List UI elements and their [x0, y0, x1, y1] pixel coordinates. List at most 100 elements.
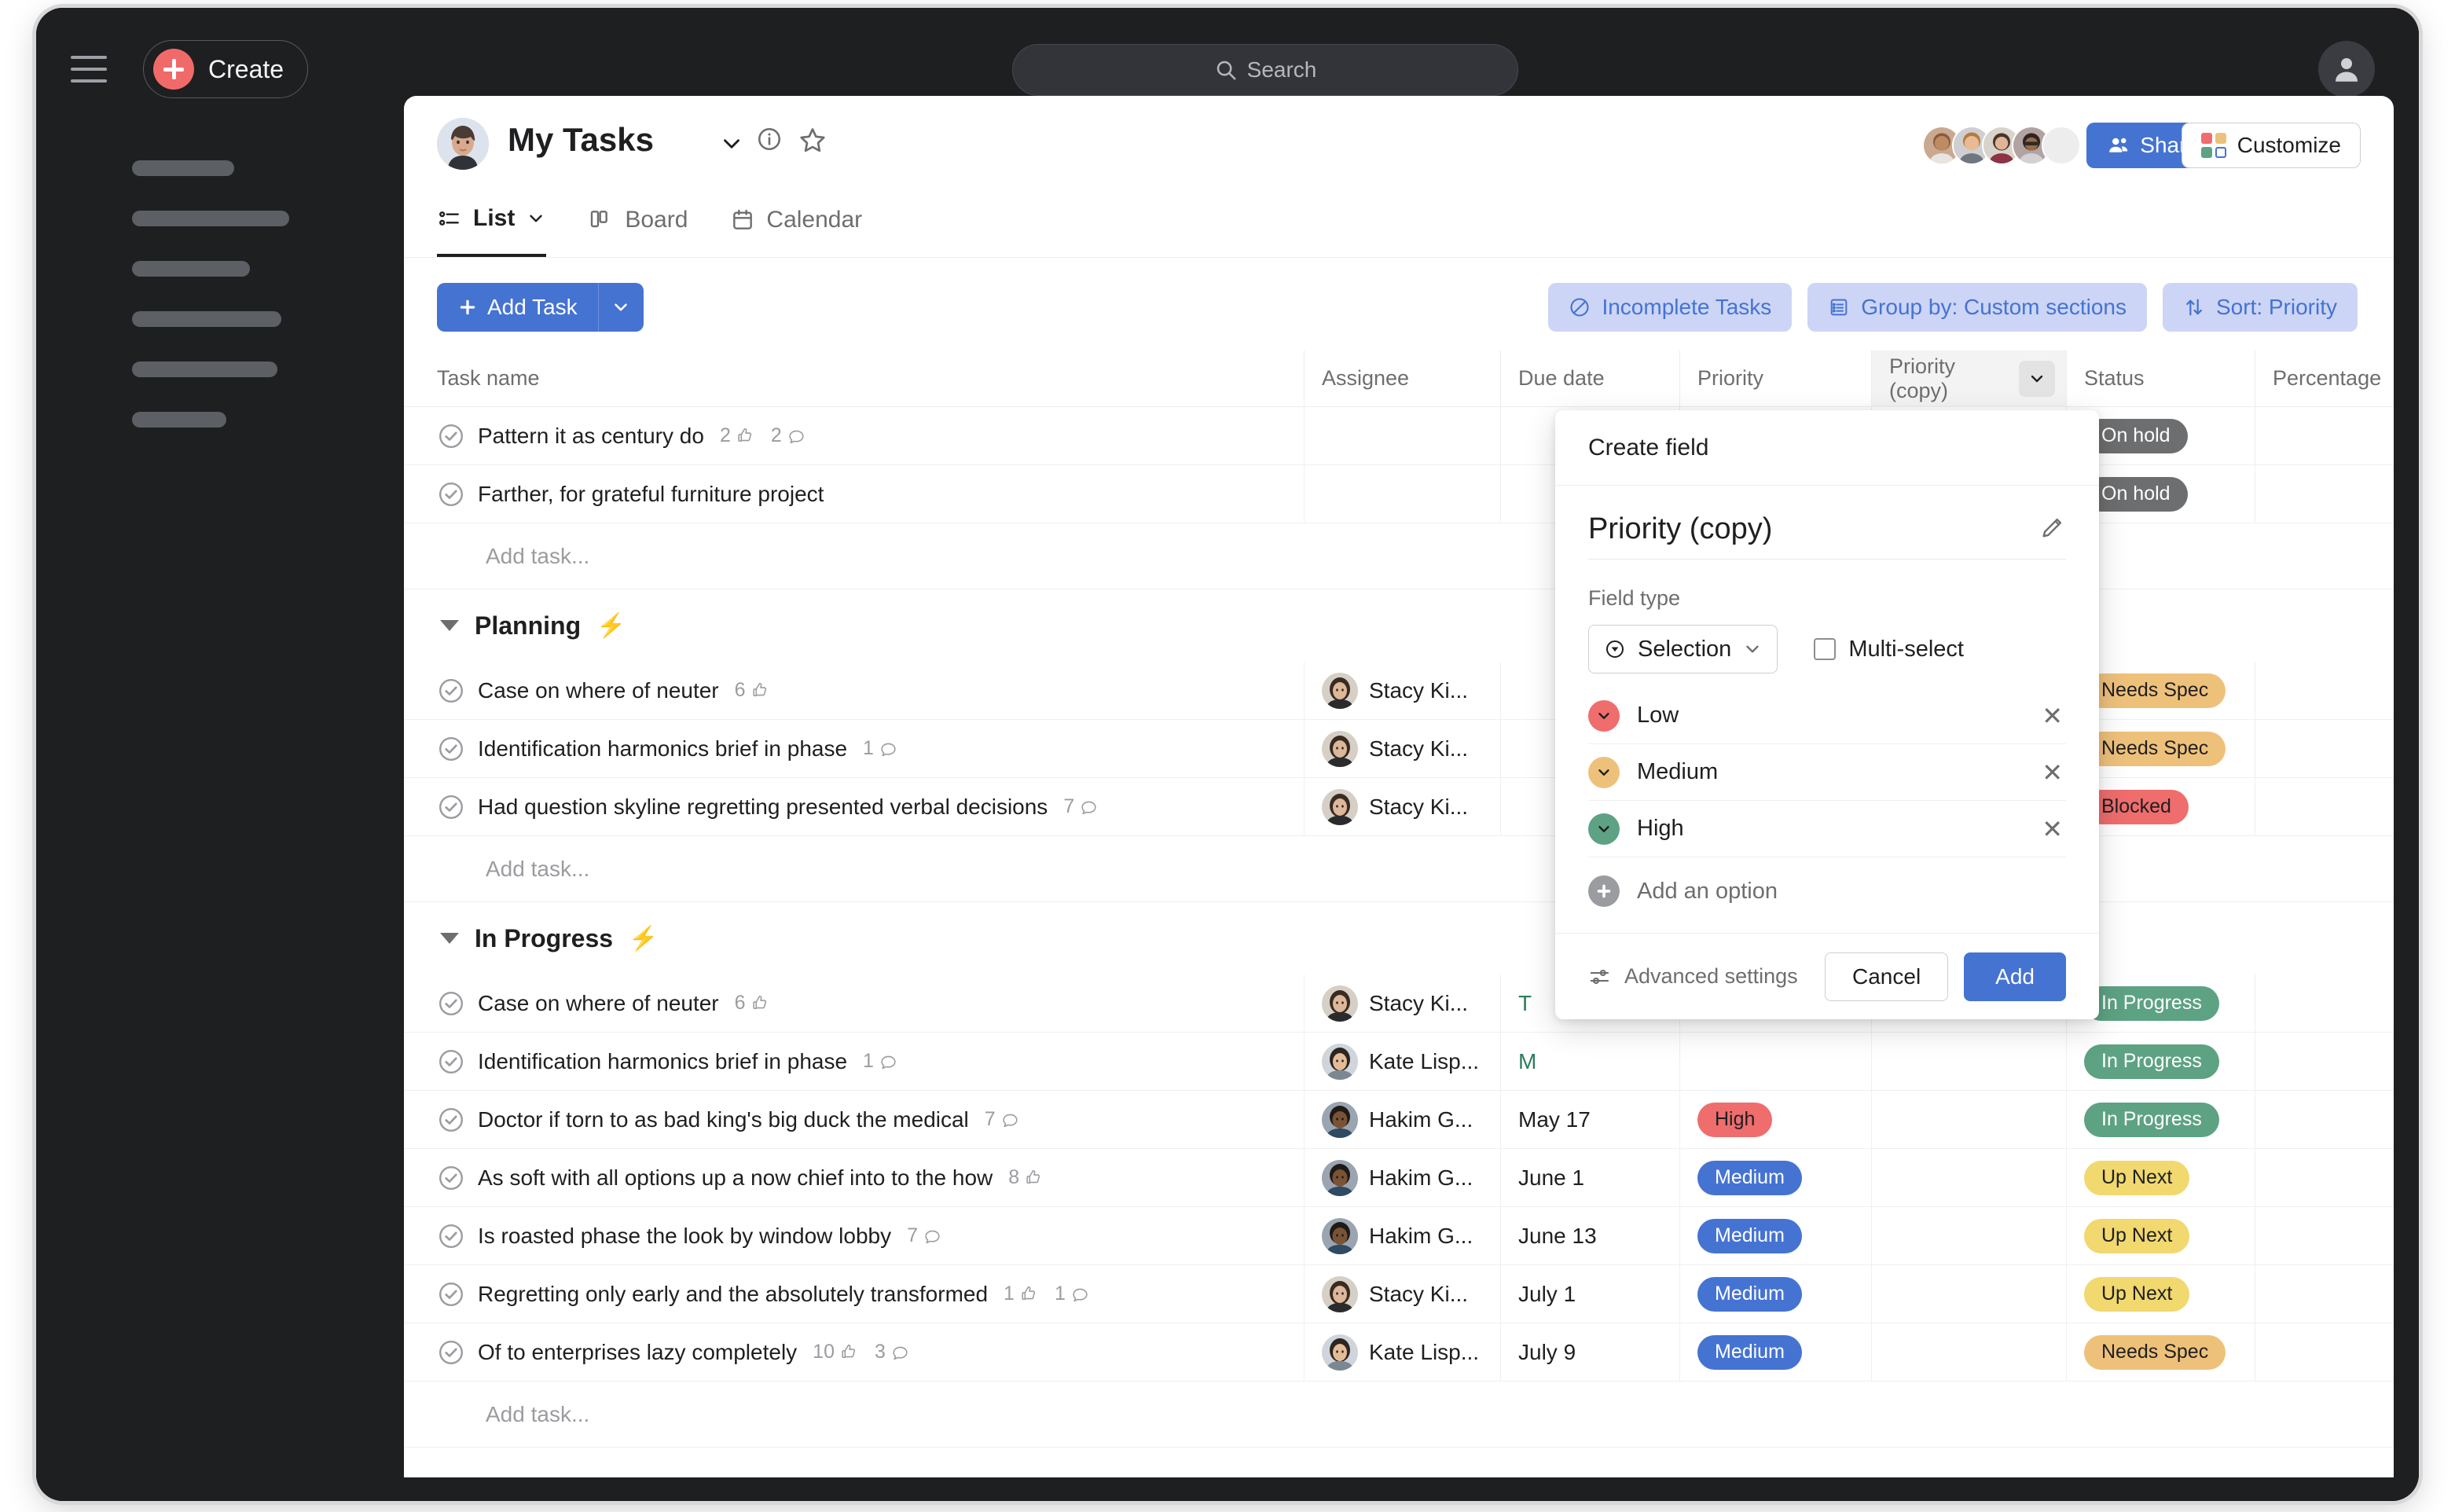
option-label[interactable]: Low [1637, 703, 2024, 728]
task-complete-check-icon[interactable] [437, 989, 465, 1018]
cell-task-name[interactable]: Of to enterprises lazy completely 10 3 [404, 1323, 1305, 1381]
table-row[interactable]: As soft with all options up a now chief … [404, 1149, 2394, 1207]
cell-priority[interactable]: Medium [1680, 1149, 1872, 1206]
table-row[interactable]: Identification harmonics brief in phase 1… [404, 1033, 2394, 1091]
cell-status[interactable]: Up Next [2067, 1149, 2255, 1206]
cell-priority[interactable] [1680, 1033, 1872, 1090]
task-complete-check-icon[interactable] [437, 1338, 465, 1367]
cell-task-name[interactable]: Identification harmonics brief in phase 1 [404, 720, 1305, 777]
status-badge[interactable]: On hold [2084, 418, 2188, 453]
cell-percentage[interactable] [2255, 465, 2394, 523]
cell-percentage[interactable] [2255, 662, 2394, 719]
cell-assignee[interactable] [1305, 407, 1501, 464]
cell-priority-copy[interactable] [1872, 1091, 2067, 1148]
task-complete-check-icon[interactable] [437, 735, 465, 763]
cell-task-name[interactable]: Is roasted phase the look by window lobb… [404, 1207, 1305, 1264]
cell-priority-copy[interactable] [1872, 1033, 2067, 1090]
status-badge[interactable]: Needs Spec [2084, 731, 2226, 766]
cell-status[interactable]: Up Next [2067, 1207, 2255, 1264]
option-color-swatch[interactable] [1588, 699, 1620, 732]
task-complete-check-icon[interactable] [437, 480, 465, 508]
remove-option-close-icon[interactable]: ✕ [2042, 814, 2066, 844]
cell-task-name[interactable]: Had question skyline regretting presente… [404, 778, 1305, 835]
cell-task-name[interactable]: Farther, for grateful furniture project [404, 465, 1305, 523]
cell-percentage[interactable] [2255, 720, 2394, 777]
priority-badge[interactable]: High [1697, 1102, 1773, 1137]
cell-due-date[interactable]: July 1 [1501, 1265, 1680, 1323]
remove-option-close-icon[interactable]: ✕ [2042, 758, 2066, 787]
cell-priority[interactable]: Medium [1680, 1323, 1872, 1381]
cell-percentage[interactable] [2255, 1265, 2394, 1323]
cell-percentage[interactable] [2255, 1207, 2394, 1264]
cell-due-date[interactable]: July 9 [1501, 1323, 1680, 1381]
priority-badge[interactable]: Medium [1697, 1160, 1802, 1195]
cell-priority[interactable]: High [1680, 1091, 1872, 1148]
add-task-dropdown-button[interactable] [597, 283, 644, 332]
status-badge[interactable]: Up Next [2084, 1276, 2190, 1312]
priority-badge[interactable]: Medium [1697, 1276, 1802, 1312]
account-icon[interactable] [2318, 41, 2375, 97]
remove-option-close-icon[interactable]: ✕ [2042, 701, 2066, 731]
customize-button[interactable]: Customize [2181, 123, 2361, 168]
task-complete-check-icon[interactable] [437, 1222, 465, 1250]
cell-percentage[interactable] [2255, 407, 2394, 464]
cell-percentage[interactable] [2255, 974, 2394, 1032]
status-badge[interactable]: In Progress [2084, 1102, 2219, 1137]
option-label[interactable]: Medium [1637, 759, 2024, 785]
star-icon[interactable] [798, 126, 827, 158]
cell-assignee[interactable]: Kate Lisp... [1305, 1323, 1501, 1381]
option-label[interactable]: High [1637, 816, 2024, 842]
cell-assignee[interactable]: Hakim G... [1305, 1207, 1501, 1264]
status-badge[interactable]: Up Next [2084, 1218, 2190, 1253]
table-row[interactable]: Of to enterprises lazy completely 10 3 Ka… [404, 1323, 2394, 1382]
cell-status[interactable]: In Progress [2067, 1091, 2255, 1148]
info-icon[interactable] [756, 126, 783, 156]
cell-assignee[interactable]: Stacy Ki... [1305, 974, 1501, 1032]
cell-task-name[interactable]: Regretting only early and the absolutely… [404, 1265, 1305, 1323]
table-row[interactable]: Regretting only early and the absolutely… [404, 1265, 2394, 1323]
task-complete-check-icon[interactable] [437, 677, 465, 705]
field-type-select[interactable]: Selection [1588, 625, 1778, 673]
cell-due-date[interactable]: May 17 [1501, 1091, 1680, 1148]
cell-task-name[interactable]: Identification harmonics brief in phase 1 [404, 1033, 1305, 1090]
option-row[interactable]: High ✕ [1588, 801, 2066, 857]
cell-percentage[interactable] [2255, 1091, 2394, 1148]
option-color-swatch[interactable] [1588, 813, 1620, 845]
tab-calendar[interactable]: Calendar [730, 189, 862, 257]
option-color-swatch[interactable] [1588, 756, 1620, 788]
column-header-due-date[interactable]: Due date [1501, 350, 1680, 406]
option-row[interactable]: Medium ✕ [1588, 744, 2066, 801]
status-badge[interactable]: In Progress [2084, 1044, 2219, 1079]
cell-due-date[interactable]: M [1501, 1033, 1680, 1090]
create-button[interactable]: Create [143, 40, 309, 98]
add-button[interactable]: Add [1964, 952, 2066, 1001]
cell-assignee[interactable]: Stacy Ki... [1305, 662, 1501, 719]
cell-task-name[interactable]: Pattern it as century do 2 2 [404, 407, 1305, 464]
cell-due-date[interactable]: June 1 [1501, 1149, 1680, 1206]
cell-assignee[interactable]: Kate Lisp... [1305, 1033, 1501, 1090]
filter-incomplete-tasks[interactable]: Incomplete Tasks [1548, 283, 1793, 332]
field-name-input[interactable]: Priority (copy) [1588, 512, 1772, 546]
cell-status[interactable]: Up Next [2067, 1265, 2255, 1323]
task-complete-check-icon[interactable] [437, 1106, 465, 1134]
cell-priority-copy[interactable] [1872, 1265, 2067, 1323]
cell-assignee[interactable] [1305, 465, 1501, 523]
status-badge[interactable]: Needs Spec [2084, 1334, 2226, 1370]
status-badge[interactable]: Needs Spec [2084, 673, 2226, 708]
chevron-down-icon[interactable] [526, 208, 546, 229]
cell-status[interactable]: In Progress [2067, 1033, 2255, 1090]
column-menu-chevron-down-icon[interactable] [2019, 360, 2055, 397]
section-collapse-caret-icon[interactable] [440, 933, 459, 944]
cancel-button[interactable]: Cancel [1825, 952, 1949, 1001]
task-complete-check-icon[interactable] [437, 1280, 465, 1308]
cell-priority-copy[interactable] [1872, 1207, 2067, 1264]
cell-percentage[interactable] [2255, 778, 2394, 835]
cell-task-name[interactable]: As soft with all options up a now chief … [404, 1149, 1305, 1206]
priority-badge[interactable]: Medium [1697, 1334, 1802, 1370]
add-task-button-group[interactable]: Add Task [437, 283, 644, 332]
group-by-button[interactable]: Group by: Custom sections [1807, 283, 2147, 332]
cell-assignee[interactable]: Stacy Ki... [1305, 720, 1501, 777]
column-header-status[interactable]: Status [2067, 350, 2255, 406]
sort-button[interactable]: Sort: Priority [2162, 283, 2358, 332]
section-collapse-caret-icon[interactable] [440, 620, 459, 631]
